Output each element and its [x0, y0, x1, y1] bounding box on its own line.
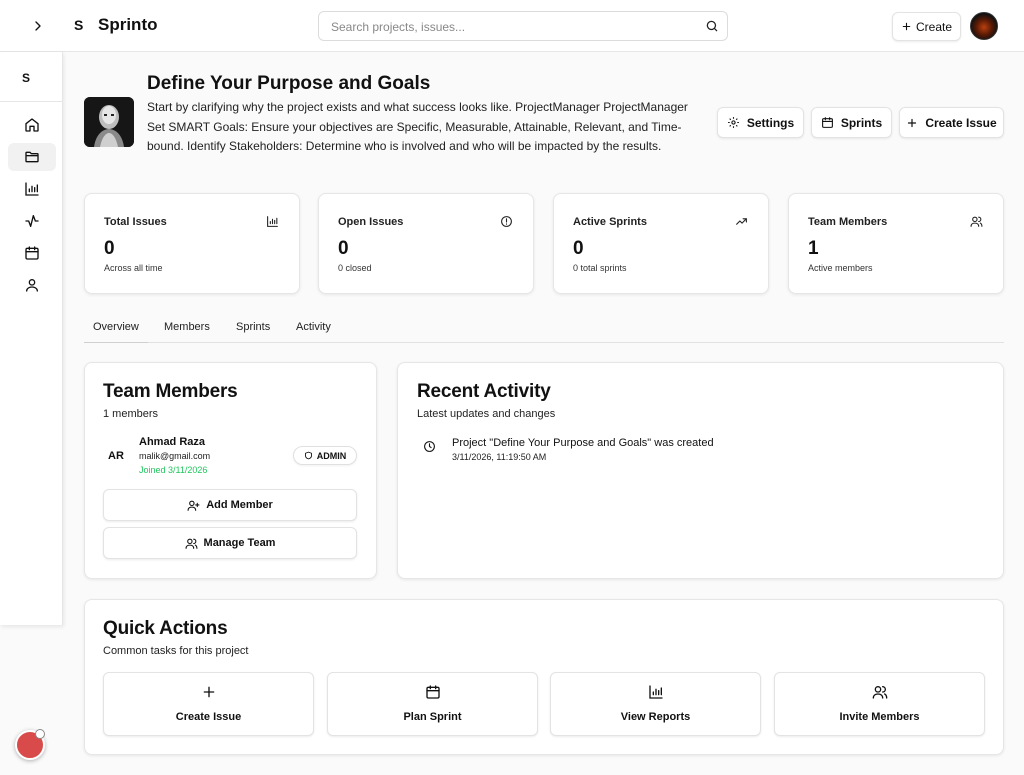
folder-icon [24, 149, 40, 165]
activity-icon [24, 213, 40, 229]
trending-up-icon [735, 215, 748, 228]
sidebar: S [0, 52, 63, 625]
stat-label: Active Sprints [573, 216, 647, 228]
team-members-count: 1 members [103, 408, 159, 420]
alert-circle-icon [500, 215, 513, 228]
users-icon [185, 537, 198, 550]
add-member-button[interactable]: Add Member [103, 489, 357, 521]
sprints-label: Sprints [840, 115, 883, 130]
recent-activity-title: Recent Activity [417, 381, 551, 402]
top-bar: S Sprinto Create [0, 0, 1024, 52]
brand-initial: S [74, 17, 84, 33]
user-icon [24, 277, 40, 293]
stat-label: Open Issues [338, 216, 404, 228]
stat-value: 0 [104, 238, 115, 259]
role-badge: ADMIN [293, 446, 357, 465]
quick-actions-title: Quick Actions [103, 618, 228, 639]
plus-icon [906, 117, 918, 129]
quick-action-label: Create Issue [175, 711, 242, 723]
activity-item-time: 3/11/2026, 11:19:50 AM [452, 452, 547, 462]
sidebar-item-reports[interactable] [8, 175, 56, 203]
stat-card-active-sprints: Active Sprints 0 0 total sprints [553, 193, 769, 294]
shield-icon [304, 451, 313, 460]
quick-action-label: Invite Members [839, 711, 920, 723]
stat-card-total-issues: Total Issues 0 Across all time [84, 193, 300, 294]
sidebar-logo: S [22, 71, 31, 85]
project-image [84, 97, 134, 147]
bar-chart-icon [24, 181, 40, 197]
create-issue-label: Create Issue [925, 115, 997, 130]
member-name: Ahmad Raza [139, 436, 206, 448]
tab-activity[interactable]: Activity [296, 321, 331, 333]
team-members-title: Team Members [103, 381, 238, 402]
create-issue-button[interactable]: Create Issue [899, 107, 1004, 138]
notification-dot [35, 729, 45, 739]
quick-action-view-reports[interactable]: View Reports [550, 672, 761, 736]
search-box [318, 11, 728, 41]
sidebar-item-activity[interactable] [8, 207, 56, 235]
calendar-icon [24, 245, 40, 261]
brand-name[interactable]: Sprinto [98, 15, 158, 35]
home-icon [24, 117, 40, 133]
project-title: Define Your Purpose and Goals [147, 73, 431, 94]
plus-icon [901, 21, 912, 32]
member-avatar-initials: AR [108, 450, 124, 462]
stat-subtext: Across all time [104, 263, 163, 273]
gear-icon [727, 116, 740, 129]
tab-overview[interactable]: Overview [93, 321, 139, 333]
bar-chart-icon [648, 684, 664, 700]
plus-icon [201, 684, 217, 700]
stat-card-open-issues: Open Issues 0 0 closed [318, 193, 534, 294]
tab-bar: Overview Members Sprints Activity [84, 316, 1004, 343]
stat-subtext: 0 closed [338, 263, 372, 273]
quick-action-label: View Reports [620, 711, 691, 723]
sidebar-item-projects[interactable] [8, 143, 56, 171]
user-avatar[interactable] [970, 12, 998, 40]
bar-chart-icon [266, 215, 279, 228]
sidebar-divider [0, 101, 63, 102]
stat-subtext: Active members [808, 263, 873, 273]
stat-label: Total Issues [104, 216, 167, 228]
create-button[interactable]: Create [892, 12, 961, 41]
manage-team-label: Manage Team [203, 537, 276, 549]
quick-actions-subtitle: Common tasks for this project [103, 645, 249, 657]
calendar-icon [821, 116, 834, 129]
recent-activity-subtitle: Latest updates and changes [417, 408, 556, 420]
activity-item-text: Project "Define Your Purpose and Goals" … [452, 437, 714, 449]
quick-action-create-issue[interactable]: Create Issue [103, 672, 314, 736]
project-description: Start by clarifying why the project exis… [147, 100, 688, 153]
clock-icon [423, 440, 436, 453]
search-input[interactable] [331, 18, 691, 36]
stat-value: 0 [573, 238, 584, 259]
stat-label: Team Members [808, 216, 888, 228]
quick-action-label: Plan Sprint [403, 711, 462, 723]
sidebar-item-profile[interactable] [8, 271, 56, 299]
quick-action-plan-sprint[interactable]: Plan Sprint [327, 672, 538, 736]
sidebar-item-home[interactable] [8, 111, 56, 139]
stat-value: 0 [338, 238, 349, 259]
create-label: Create [915, 19, 953, 34]
search-icon[interactable] [705, 19, 721, 35]
calendar-icon [425, 684, 441, 700]
member-joined-date: Joined 3/11/2026 [139, 465, 208, 475]
tab-sprints[interactable]: Sprints [236, 321, 270, 333]
users-icon [872, 684, 888, 700]
stat-subtext: 0 total sprints [573, 263, 627, 273]
users-icon [970, 215, 983, 228]
manage-team-button[interactable]: Manage Team [103, 527, 357, 559]
user-plus-icon [187, 499, 200, 512]
stat-card-team-members: Team Members 1 Active members [788, 193, 1004, 294]
chevron-right-icon[interactable] [30, 18, 46, 34]
tab-members[interactable]: Members [164, 321, 210, 333]
role-label: ADMIN [316, 450, 347, 461]
settings-label: Settings [746, 115, 795, 130]
add-member-label: Add Member [206, 499, 273, 511]
stat-value: 1 [808, 238, 819, 259]
active-tab-indicator [84, 342, 148, 343]
sidebar-item-calendar[interactable] [8, 239, 56, 267]
settings-button[interactable]: Settings [717, 107, 804, 138]
member-email: malik@gmail.com [139, 451, 211, 461]
sprints-button[interactable]: Sprints [811, 107, 892, 138]
quick-action-invite-members[interactable]: Invite Members [774, 672, 985, 736]
